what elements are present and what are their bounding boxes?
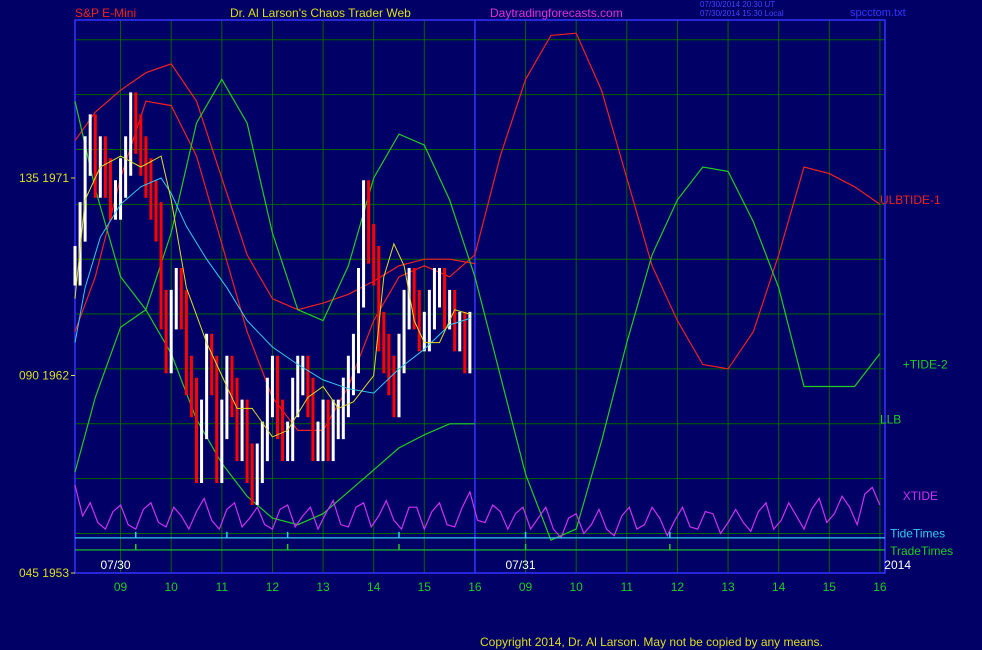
x-tick-label-7: 16 [468,580,482,594]
x-tick-label-14: 15 [823,580,837,594]
x-tick-label-5: 14 [367,580,381,594]
chaos-chart: 135 1971 090 1962 045 1953 09 10 11 12 13 14 15 1… [0,0,982,650]
chart-background [0,0,982,650]
site-url-link[interactable]: Daytradingforecasts.com [490,6,623,20]
series-label-3: LLB [880,412,901,426]
y-tick-label-2: 045 1953 [19,566,69,580]
instrument-title: S&P E-Mini [75,6,136,20]
x-tick-label-15: 16 [873,580,887,594]
x-tick-label-9: 10 [570,580,584,594]
x-tick-label-3: 12 [266,580,280,594]
date-label-2: 2014 [884,558,911,572]
data-file-name: spcctom.txt [850,7,906,19]
timestamp-ut: 07/30/2014 20:30 UT [700,0,775,9]
series-label-1: TIDE-1 [903,193,941,207]
series-label-4: XTIDE [903,489,938,503]
y-tick-label-1: 090 1962 [19,369,69,383]
copyright-notice: Copyright 2014, Dr. Al Larson. May not b… [480,635,823,649]
y-tick-label-0: 135 1971 [19,171,69,185]
timestamp-local: 07/30/2014 15:30 Local [700,9,784,18]
x-tick-label-1: 10 [165,580,179,594]
series-label-0: ULB [880,193,903,207]
series-label-2: +TIDE-2 [903,358,948,372]
x-tick-label-6: 15 [418,580,432,594]
series-label-5: TideTimes [890,527,945,541]
series-label-6: TradeTimes [890,544,953,558]
x-tick-label-11: 12 [671,580,685,594]
x-tick-label-12: 13 [721,580,735,594]
x-tick-label-4: 13 [316,580,330,594]
x-tick-label-0: 09 [114,580,128,594]
x-tick-label-13: 14 [772,580,786,594]
x-tick-label-8: 09 [519,580,533,594]
x-tick-label-2: 11 [216,580,229,594]
site-title: Dr. Al Larson's Chaos Trader Web [230,6,411,20]
date-label-1: 07/31 [505,558,535,572]
date-label-0: 07/30 [100,558,130,572]
x-tick-label-10: 11 [621,580,634,594]
